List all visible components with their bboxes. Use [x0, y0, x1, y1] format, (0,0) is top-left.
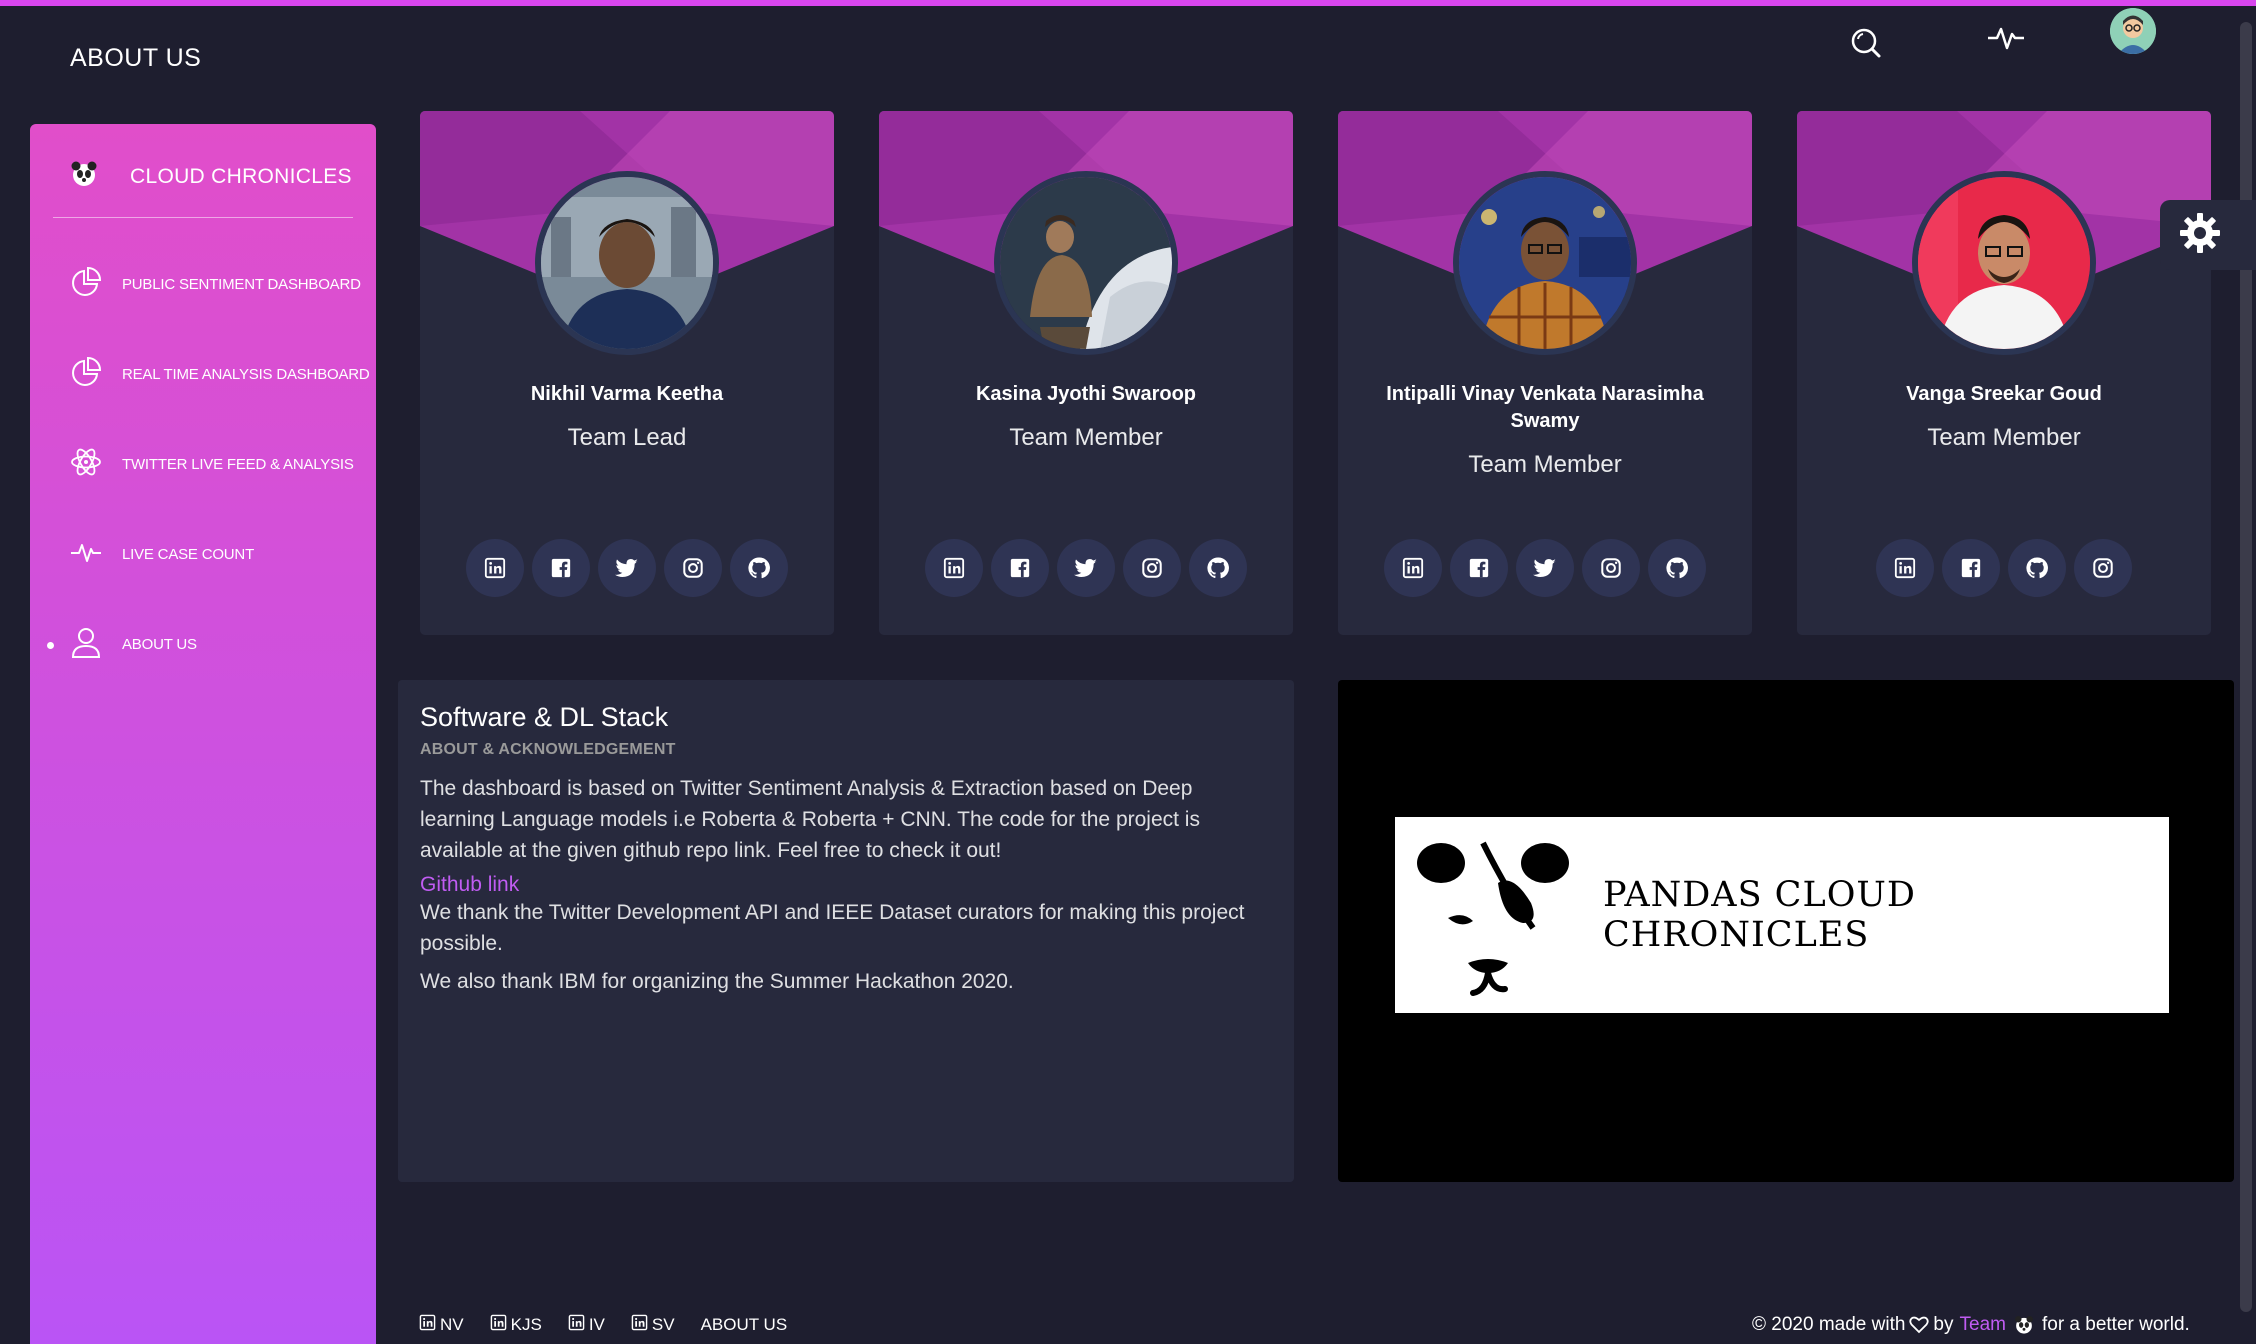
member-role: Team Lead — [567, 424, 687, 451]
sidebar: CLOUD CHRONICLES PUBLIC SENTIMENT DASHBO… — [30, 124, 376, 1344]
sidebar-item-label: LIVE CASE COUNT — [122, 546, 255, 563]
footer-link-nv[interactable]: NV — [419, 1314, 464, 1336]
footer-link-kjs[interactable]: KJS — [490, 1314, 542, 1336]
user-avatar[interactable] — [2110, 8, 2156, 54]
linkedin-icon[interactable] — [466, 539, 524, 597]
twitter-icon[interactable] — [1516, 539, 1574, 597]
instagram-icon[interactable] — [1123, 539, 1181, 597]
team-card: Nikhil Varma Keetha Team Lead — [420, 111, 834, 635]
linkedin-icon[interactable] — [1876, 539, 1934, 597]
sidebar-brand[interactable]: CLOUD CHRONICLES — [70, 160, 352, 193]
github-link[interactable]: Github link — [420, 873, 1272, 897]
copyright-by: by — [1933, 1314, 1954, 1335]
pandas-logo-banner: PANDAS CLOUD CHRONICLES — [1395, 817, 2169, 1013]
about-card: Software & DL Stack ABOUT & ACKNOWLEDGEM… — [398, 680, 1294, 1182]
instagram-icon[interactable] — [1582, 539, 1640, 597]
panda-logo-icon — [70, 160, 98, 193]
footer-link-about-us[interactable]: ABOUT US — [701, 1315, 788, 1335]
member-photo — [1912, 171, 2096, 355]
facebook-icon[interactable] — [1450, 539, 1508, 597]
twitter-icon[interactable] — [1057, 539, 1115, 597]
footer-link-label: NV — [440, 1315, 464, 1334]
social-links — [879, 539, 1293, 597]
pie-chart-icon — [70, 266, 102, 303]
top-accent-line — [0, 0, 2256, 6]
linkedin-icon — [490, 1314, 507, 1336]
acknowledgement-text: We thank the Twitter Development API and… — [420, 901, 1245, 955]
user-icon — [70, 626, 102, 663]
sidebar-item-label: ABOUT US — [122, 636, 197, 653]
team-link[interactable]: Team — [1960, 1314, 2006, 1336]
panda-icon — [2014, 1315, 2034, 1335]
linkedin-icon — [568, 1314, 585, 1336]
footer-links: NV KJS IV SV ABOUT US — [419, 1314, 787, 1336]
sidebar-item-public-sentiment[interactable]: PUBLIC SENTIMENT DASHBOARD — [70, 266, 361, 303]
sidebar-item-live-case-count[interactable]: LIVE CASE COUNT — [70, 536, 254, 573]
team-card: Vanga Sreekar Goud Team Member — [1797, 111, 2211, 635]
footer-link-sv[interactable]: SV — [631, 1314, 675, 1336]
footer-link-label: IV — [588, 1315, 605, 1334]
logo-text: PANDAS CLOUD CHRONICLES — [1603, 875, 1916, 955]
activity-icon[interactable] — [1984, 16, 2028, 60]
github-icon[interactable] — [1189, 539, 1247, 597]
about-title: Software & DL Stack — [420, 702, 669, 732]
member-role: Team Member — [1009, 424, 1163, 451]
active-indicator — [47, 642, 54, 649]
github-icon[interactable] — [2008, 539, 2066, 597]
member-photo — [1453, 171, 1637, 355]
member-role: Team Member — [1468, 451, 1622, 478]
member-name: Intipalli Vinay Venkata Narasimha Swamy — [1386, 383, 1704, 432]
gear-icon — [2178, 211, 2222, 260]
settings-button[interactable] — [2160, 200, 2256, 270]
sidebar-item-real-time-analysis[interactable]: REAL TIME ANALYSIS DASHBOARD — [70, 356, 370, 393]
linkedin-icon[interactable] — [925, 539, 983, 597]
github-icon[interactable] — [730, 539, 788, 597]
acknowledgement-ibm: We also thank IBM for organizing the Sum… — [420, 970, 1014, 993]
sidebar-item-twitter-live-feed[interactable]: TWITTER LIVE FEED & ANALYSIS — [70, 446, 354, 483]
pie-chart-icon — [70, 356, 102, 393]
member-role: Team Member — [1927, 424, 2081, 451]
sidebar-divider — [53, 217, 353, 218]
member-name: Nikhil Varma Keetha — [530, 383, 724, 405]
copyright-prefix: © 2020 made with — [1752, 1314, 1906, 1335]
member-name: Vanga Sreekar Goud — [1906, 383, 2102, 405]
footer-link-label: KJS — [510, 1315, 542, 1334]
about-subtitle: ABOUT & ACKNOWLEDGEMENT — [420, 741, 676, 758]
about-description: The dashboard is based on Twitter Sentim… — [420, 777, 1200, 862]
copyright-suffix: for a better world. — [2041, 1314, 2190, 1335]
footer-link-iv[interactable]: IV — [568, 1314, 605, 1336]
social-links — [1797, 539, 2211, 597]
linkedin-icon[interactable] — [1384, 539, 1442, 597]
brand-name: CLOUD CHRONICLES — [130, 164, 352, 188]
twitter-icon[interactable] — [598, 539, 656, 597]
sidebar-item-label: REAL TIME ANALYSIS DASHBOARD — [122, 366, 370, 383]
panda-logo-icon — [1413, 823, 1573, 1008]
copyright: © 2020 made with by Team for a better wo… — [1752, 1314, 2190, 1336]
search-icon[interactable] — [1845, 22, 1889, 66]
sidebar-item-about-us[interactable]: ABOUT US — [70, 626, 197, 663]
logo-card: PANDAS CLOUD CHRONICLES — [1338, 680, 2234, 1182]
facebook-icon[interactable] — [991, 539, 1049, 597]
social-links — [1338, 539, 1752, 597]
linkedin-icon — [419, 1314, 436, 1336]
member-photo — [535, 171, 719, 355]
member-name: Kasina Jyothi Swaroop — [975, 383, 1197, 405]
facebook-icon[interactable] — [532, 539, 590, 597]
github-icon[interactable] — [1648, 539, 1706, 597]
instagram-icon[interactable] — [664, 539, 722, 597]
team-card: Kasina Jyothi Swaroop Team Member — [879, 111, 1293, 635]
instagram-icon[interactable] — [2074, 539, 2132, 597]
pulse-icon — [70, 536, 102, 573]
team-card: Intipalli Vinay Venkata Narasimha Swamy … — [1338, 111, 1752, 635]
linkedin-icon — [631, 1314, 648, 1336]
heart-icon — [1909, 1316, 1930, 1334]
member-photo — [994, 171, 1178, 355]
atom-icon — [70, 446, 102, 483]
facebook-icon[interactable] — [1942, 539, 2000, 597]
sidebar-item-label: PUBLIC SENTIMENT DASHBOARD — [122, 276, 361, 293]
footer-link-label: SV — [651, 1315, 675, 1334]
social-links — [420, 539, 834, 597]
page-title: ABOUT US — [70, 44, 202, 72]
sidebar-item-label: TWITTER LIVE FEED & ANALYSIS — [122, 456, 354, 473]
